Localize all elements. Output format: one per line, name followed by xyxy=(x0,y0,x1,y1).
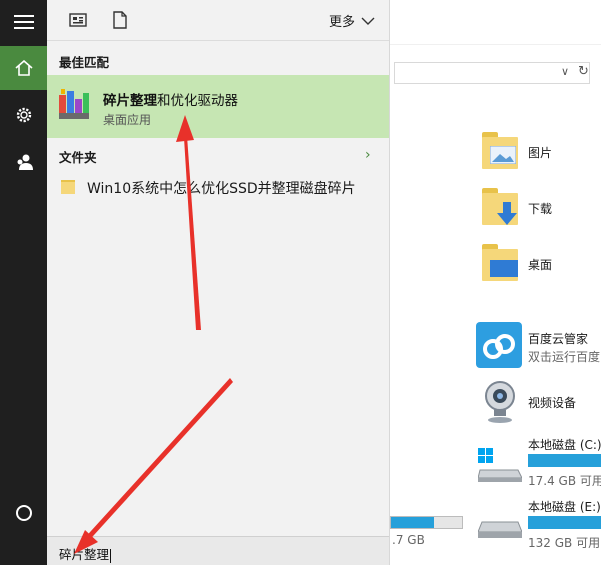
settings-button[interactable] xyxy=(0,93,47,137)
drive-title: 本地磁盘 (E:) xyxy=(528,500,601,514)
home-icon xyxy=(14,60,33,76)
toolbar-divider xyxy=(47,40,389,41)
hamburger-menu-button[interactable] xyxy=(0,0,47,44)
defrag-app-icon xyxy=(59,89,89,119)
device-webcam[interactable]: 视频设备 xyxy=(390,378,601,430)
folder-desktop[interactable]: 桌面 xyxy=(390,240,601,292)
folder-label: 图片 xyxy=(528,146,553,160)
webcam-icon xyxy=(476,378,522,424)
more-filters-button[interactable]: 更多 xyxy=(329,11,375,30)
search-filter-toolbar: 更多 xyxy=(47,0,389,40)
baidu-cloud-icon xyxy=(476,322,522,368)
file-explorer-window: ∨ ↻ 图片 下载 桌面 百度云管家 双击运行百度 视频设备 本地磁盘 (C:)… xyxy=(390,0,601,565)
text-caret xyxy=(110,548,112,563)
drive-free-space: .7 GB xyxy=(392,533,425,547)
drive-usage-bar xyxy=(390,516,463,529)
refresh-icon[interactable]: ↻ xyxy=(578,64,589,79)
app-baidu-cloud[interactable]: 百度云管家 双击运行百度 xyxy=(390,320,601,372)
feedback-button[interactable] xyxy=(0,140,47,184)
folder-pictures[interactable]: 图片 xyxy=(390,128,601,180)
home-button[interactable] xyxy=(0,46,47,90)
people-icon xyxy=(17,154,33,170)
more-label: 更多 xyxy=(329,15,356,30)
folder-result-label: Win10系统中怎么优化SSD并整理磁盘碎片 xyxy=(87,181,356,197)
chevron-right-icon[interactable]: › xyxy=(365,147,371,163)
folder-icon xyxy=(61,180,75,194)
folder-downloads[interactable]: 下载 xyxy=(390,184,601,236)
downloads-folder-icon xyxy=(482,188,522,226)
best-match-name: 碎片整理和优化驱动器 xyxy=(103,89,238,109)
cortana-button[interactable] xyxy=(0,491,47,535)
app-title: 百度云管家 xyxy=(528,332,589,346)
address-bar[interactable]: ∨ ↻ xyxy=(394,62,590,84)
drive-free-space: 17.4 GB 可用 xyxy=(528,474,601,488)
drive-icon xyxy=(477,518,523,546)
chevron-down-icon[interactable]: ∨ xyxy=(561,65,569,78)
best-match-type: 桌面应用 xyxy=(103,113,152,127)
gear-icon xyxy=(16,107,31,123)
hamburger-icon xyxy=(13,15,34,29)
drive-usage-bar xyxy=(528,516,601,529)
best-match-name-rest: 和优化驱动器 xyxy=(157,93,238,109)
device-title: 视频设备 xyxy=(528,396,577,410)
pictures-folder-icon xyxy=(482,132,522,170)
drive-c[interactable]: 本地磁盘 (C:) 17.4 GB 可用 xyxy=(390,432,601,490)
folder-label: 桌面 xyxy=(528,258,553,272)
drive-icon xyxy=(477,446,523,486)
chevron-down-icon xyxy=(361,17,375,25)
apps-filter-icon[interactable] xyxy=(69,11,87,29)
folder-label: 下载 xyxy=(528,202,553,216)
search-query-text: 碎片整理 xyxy=(59,547,110,562)
cortana-circle-icon xyxy=(15,505,32,521)
desktop-folder-icon xyxy=(482,244,522,282)
drive-free-space: 132 GB 可用 xyxy=(528,536,601,550)
document-filter-icon[interactable] xyxy=(111,11,129,29)
folders-heading: 文件夹 xyxy=(59,150,97,165)
folder-result-item[interactable]: Win10系统中怎么优化SSD并整理磁盘碎片 xyxy=(47,174,389,202)
best-match-result[interactable]: 碎片整理和优化驱动器 桌面应用 xyxy=(47,75,389,138)
explorer-divider xyxy=(390,44,601,45)
search-panel: 更多 最佳匹配 碎片整理和优化驱动器 桌面应用 文件夹 › Win10系统中怎么… xyxy=(47,0,390,565)
best-match-name-bold: 碎片整理 xyxy=(103,93,157,109)
search-input[interactable]: 碎片整理 xyxy=(47,536,389,565)
start-rail xyxy=(0,0,47,565)
search-query: 碎片整理 xyxy=(59,544,112,563)
drive-title: 本地磁盘 (C:) xyxy=(528,438,601,452)
drive-usage-bar xyxy=(528,454,601,467)
app-subtitle: 双击运行百度 xyxy=(528,350,601,364)
best-match-heading: 最佳匹配 xyxy=(59,55,110,70)
